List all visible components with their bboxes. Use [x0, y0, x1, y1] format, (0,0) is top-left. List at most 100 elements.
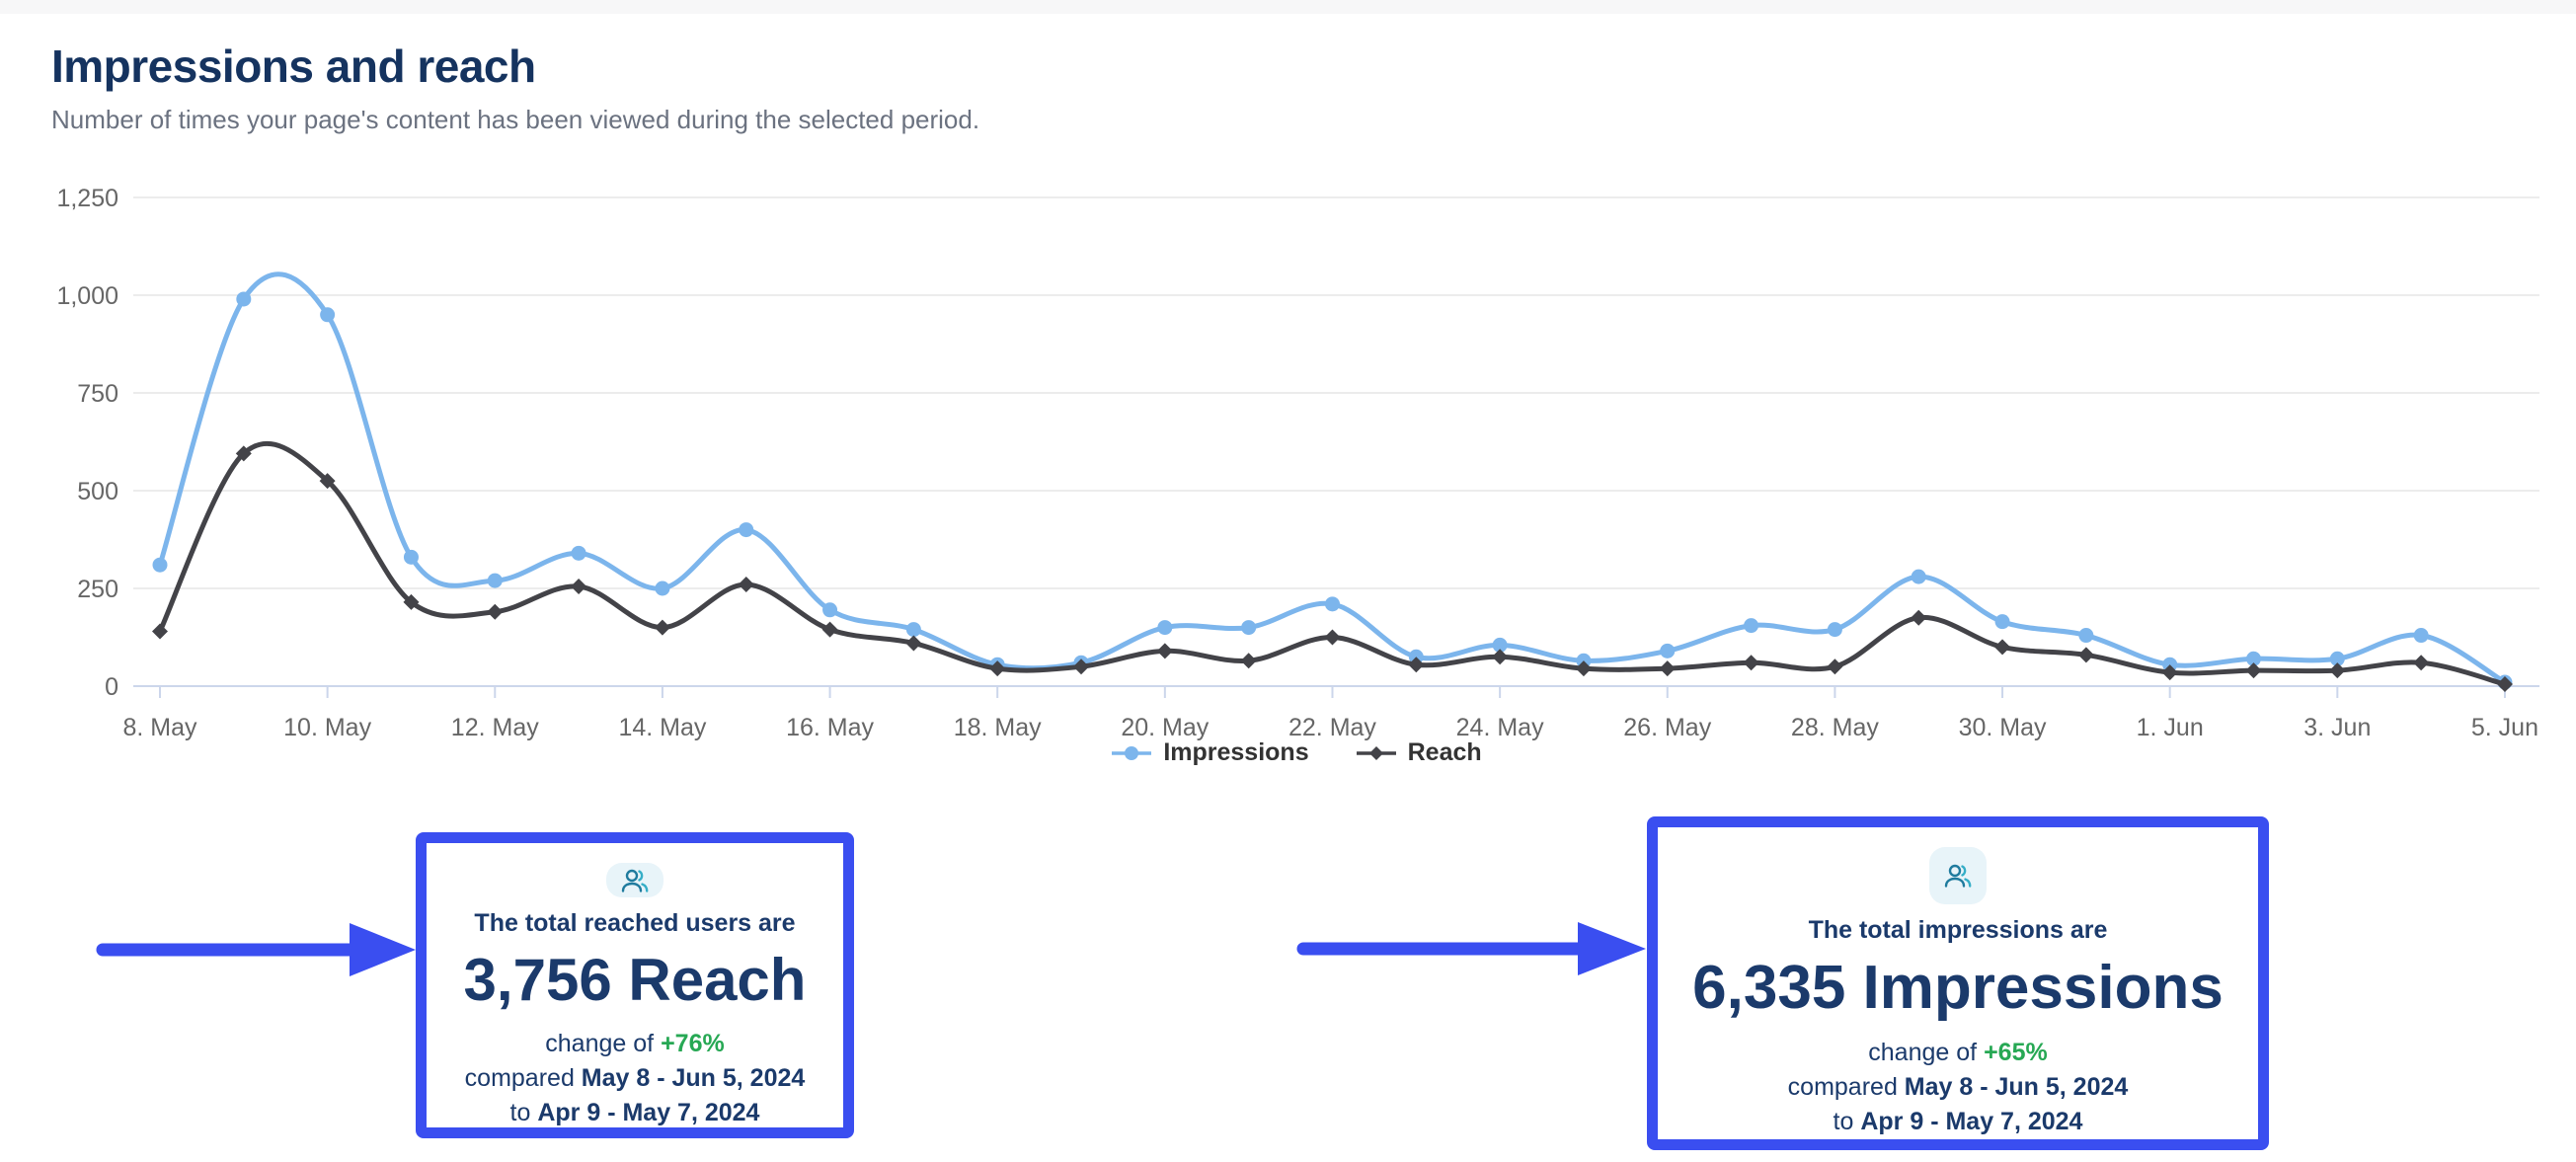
card-compared-line: compared May 8 - Jun 5, 2024 [465, 1064, 806, 1093]
x-axis-label: 18. May [954, 714, 1042, 741]
change-prefix: change of [1868, 1039, 1977, 1066]
data-point-impressions [1660, 644, 1675, 658]
card-change-line: change of +76% [545, 1030, 724, 1058]
x-axis-label: 24. May [1456, 714, 1544, 741]
data-point-impressions [1995, 614, 2010, 629]
data-point-impressions [1828, 622, 1842, 637]
data-point-impressions [1912, 570, 1926, 584]
data-point-reach [739, 577, 754, 592]
card-value: 6,335 Impressions [1692, 953, 2224, 1023]
to-range: Apr 9 - May 7, 2024 [537, 1099, 759, 1126]
data-point-reach [487, 604, 503, 620]
chart-legend: Impressions Reach [39, 738, 2552, 767]
data-point-impressions [404, 550, 419, 565]
y-axis-label: 0 [105, 673, 118, 701]
data-point-impressions [153, 558, 168, 573]
series-reach-line [160, 443, 2505, 684]
change-value: +76% [661, 1030, 725, 1057]
x-axis-label: 26. May [1623, 714, 1711, 741]
card-to-line: to Apr 9 - May 7, 2024 [510, 1099, 760, 1127]
card-change-line: change of +65% [1868, 1039, 2047, 1067]
data-point-reach [1827, 658, 1842, 674]
data-point-impressions [488, 574, 503, 588]
compared-range: May 8 - Jun 5, 2024 [1905, 1073, 2129, 1101]
legend-label: Impressions [1163, 738, 1308, 767]
x-axis-label: 10. May [283, 714, 371, 741]
data-point-reach [1157, 643, 1173, 658]
data-point-impressions [2078, 628, 2093, 643]
page: Impressions and reach Number of times yo… [0, 0, 2576, 1162]
x-axis-label: 3. Jun [2303, 714, 2371, 741]
data-point-impressions [1241, 620, 1256, 635]
data-point-reach [2329, 662, 2345, 678]
data-point-impressions [1157, 620, 1172, 635]
data-point-reach [152, 624, 168, 640]
data-point-reach [905, 635, 921, 651]
data-point-impressions [2414, 628, 2429, 643]
x-axis-label: 1. Jun [2137, 714, 2204, 741]
to-prefix: to [510, 1099, 531, 1126]
data-point-reach [2246, 662, 2262, 678]
data-point-impressions [1744, 618, 1758, 633]
compared-prefix: compared [1788, 1073, 1898, 1101]
data-point-reach [1744, 655, 1759, 670]
data-point-impressions [1325, 596, 1340, 611]
series-impressions-line [160, 274, 2505, 682]
y-axis-label: 750 [77, 380, 118, 408]
change-value: +65% [1984, 1039, 2048, 1066]
data-point-impressions [739, 522, 753, 537]
legend-item-reach[interactable]: Reach [1355, 738, 1482, 767]
impressions-summary-card: The total impressions are 6,335 Impressi… [1647, 816, 2269, 1150]
data-point-impressions [572, 546, 586, 561]
reach-summary-card: The total reached users are 3,756 Reach … [416, 832, 854, 1138]
data-point-reach [2078, 647, 2094, 662]
top-strip [0, 0, 2576, 14]
card-to-line: to Apr 9 - May 7, 2024 [1834, 1108, 2083, 1136]
users-icon [1929, 847, 1987, 904]
impressions-reach-chart: 0 250 500 750 1,000 1,250 8. May 10. May 12. May… [39, 114, 2552, 770]
change-prefix: change of [545, 1030, 654, 1057]
compared-range: May 8 - Jun 5, 2024 [582, 1064, 806, 1092]
data-point-impressions [655, 581, 669, 596]
compared-prefix: compared [465, 1064, 575, 1092]
card-label: The total impressions are [1809, 916, 2108, 945]
annotation-arrow-left [95, 917, 421, 982]
data-point-reach [1324, 630, 1340, 646]
to-range: Apr 9 - May 7, 2024 [1860, 1108, 2082, 1135]
annotation-arrow-right [1295, 916, 1651, 981]
card-value: 3,756 Reach [464, 946, 807, 1014]
y-axis-label: 1,000 [56, 282, 118, 310]
x-axis-label: 22. May [1288, 714, 1376, 741]
legend-label: Reach [1408, 738, 1482, 767]
to-prefix: to [1834, 1108, 1854, 1135]
data-point-impressions [236, 291, 251, 306]
data-point-reach [1994, 639, 2010, 655]
data-point-impressions [906, 622, 921, 637]
data-point-impressions [822, 602, 837, 617]
data-point-reach [571, 579, 586, 594]
legend-marker-diamond [1355, 743, 1398, 763]
y-axis-label: 500 [77, 478, 118, 505]
page-title: Impressions and reach [51, 39, 536, 93]
data-point-reach [1492, 649, 1508, 664]
data-point-reach [1241, 653, 1257, 668]
card-label: The total reached users are [474, 909, 795, 938]
x-axis-label: 20. May [1121, 714, 1209, 741]
y-axis-label: 250 [77, 576, 118, 603]
card-compared-line: compared May 8 - Jun 5, 2024 [1788, 1073, 2129, 1102]
x-axis-label: 12. May [451, 714, 539, 741]
data-point-impressions [320, 307, 335, 322]
data-point-reach [655, 620, 670, 636]
data-point-reach [1660, 660, 1676, 676]
x-axis-label: 28. May [1791, 714, 1879, 741]
data-point-reach [822, 622, 838, 638]
y-axis-label: 1,250 [56, 185, 118, 212]
users-icon [606, 863, 664, 897]
x-axis-label: 8. May [122, 714, 197, 741]
x-axis-label: 16. May [786, 714, 874, 741]
legend-marker-circle [1110, 743, 1153, 763]
data-point-reach [1911, 610, 1926, 626]
x-axis-label: 5. Jun [2471, 714, 2538, 741]
x-axis-label: 14. May [618, 714, 706, 741]
legend-item-impressions[interactable]: Impressions [1110, 738, 1308, 767]
